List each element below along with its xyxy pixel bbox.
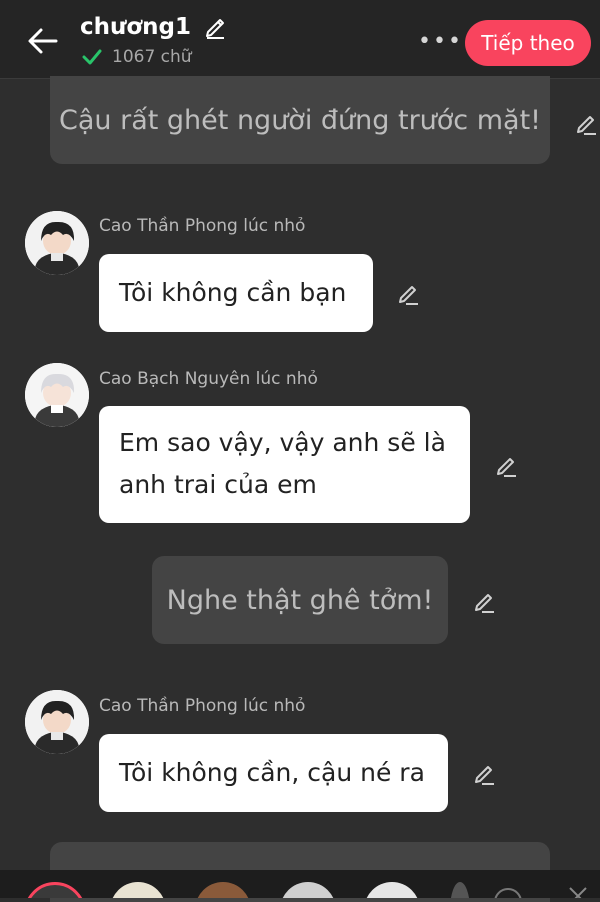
character-avatar[interactable] — [280, 882, 336, 898]
dialogue-text-line: Em sao vậy, vậy anh sẽ là — [119, 428, 446, 457]
character-avatar-partial[interactable] — [450, 882, 470, 898]
dialogue-text-line: anh trai của em — [119, 470, 317, 499]
edit-pencil-icon[interactable] — [472, 588, 498, 614]
narration-bubble[interactable]: Nghe thật ghê tởm! — [152, 556, 448, 644]
check-icon — [82, 49, 102, 65]
speaker-name: Cao Thần Phong lúc nhỏ — [99, 696, 306, 716]
more-options-icon[interactable]: ••• — [418, 31, 463, 53]
character-selector-bar — [0, 870, 600, 898]
avatar-dark-hair-icon — [25, 690, 89, 754]
character-avatar-selected[interactable] — [24, 882, 86, 898]
speaker-name: Cao Thần Phong lúc nhỏ — [99, 216, 306, 236]
dialogue-bubble[interactable]: Em sao vậy, vậy anh sẽ là anh trai của e… — [99, 406, 470, 523]
narration-text: Cậu rất ghét người đứng trước mặt! — [59, 104, 541, 136]
avatar-cao-bach-nguyen[interactable] — [25, 363, 89, 427]
narration-bubble[interactable]: Cậu rất ghét người đứng trước mặt! — [50, 76, 550, 164]
search-icon[interactable] — [494, 888, 522, 898]
word-count: 1067 chữ — [112, 47, 192, 67]
word-count-row: 1067 chữ — [82, 47, 192, 67]
speaker-name: Cao Bạch Nguyên lúc nhỏ — [99, 369, 318, 389]
edit-pencil-icon[interactable] — [472, 760, 498, 786]
dialogue-bubble[interactable]: Tôi không cần bạn — [99, 254, 373, 332]
edit-title-pencil-icon[interactable] — [203, 15, 227, 39]
narration-text: Nghe thật ghê tởm! — [166, 584, 434, 616]
dialogue-text: Tôi không cần bạn — [119, 278, 347, 307]
edit-pencil-icon[interactable] — [396, 280, 422, 306]
next-button[interactable]: Tiếp theo — [465, 20, 591, 66]
character-avatar[interactable] — [110, 882, 166, 898]
edit-pencil-icon[interactable] — [574, 110, 600, 136]
header-bar: chương1 1067 chữ ••• Tiếp theo — [0, 0, 600, 79]
chapter-title-row: chương1 — [80, 14, 227, 40]
chapter-title: chương1 — [80, 14, 192, 40]
avatar-dark-hair-icon — [25, 211, 89, 275]
avatar-cao-than-phong[interactable] — [25, 690, 89, 754]
dialogue-bubble[interactable]: Tôi không cần, cậu né ra — [99, 734, 448, 812]
avatar-cao-than-phong[interactable] — [25, 211, 89, 275]
close-icon[interactable] — [566, 884, 590, 898]
character-avatar[interactable] — [195, 882, 251, 898]
dialogue-text: Tôi không cần, cậu né ra — [119, 758, 425, 787]
character-avatar[interactable] — [364, 882, 420, 898]
back-arrow-icon[interactable] — [26, 24, 60, 58]
edit-pencil-icon[interactable] — [494, 452, 520, 478]
avatar-light-hair-icon — [25, 363, 89, 427]
